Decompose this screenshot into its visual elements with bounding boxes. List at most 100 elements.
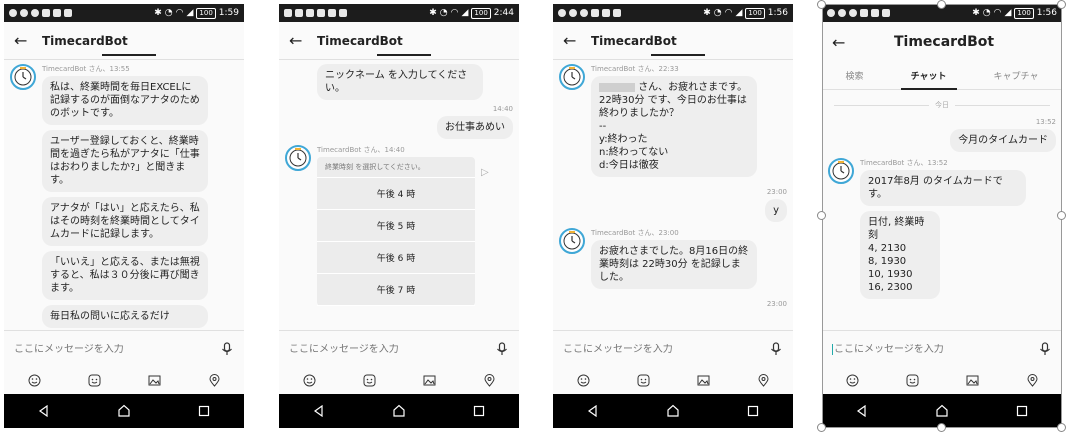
mic-icon[interactable] [495, 342, 509, 356]
sticker-icon[interactable] [635, 372, 651, 388]
nav-recents-icon[interactable] [196, 403, 212, 419]
bot-bubble[interactable]: お疲れさまでした。8月16日の終業時刻は 22時30分 を記録しました。 [591, 240, 757, 289]
nav-recents-icon[interactable] [1014, 403, 1030, 419]
nav-back-icon[interactable] [854, 403, 870, 419]
text-caret [832, 343, 833, 355]
app-bar: ← TimecardBot [4, 22, 244, 60]
chat-title: TimecardBot [894, 34, 995, 50]
nav-back-icon[interactable] [585, 403, 601, 419]
message-input[interactable] [834, 343, 1038, 355]
tab-capture[interactable]: キャプチャ [990, 63, 1043, 88]
system-nav-bar [553, 394, 793, 428]
back-arrow-icon[interactable]: ← [14, 31, 42, 50]
notification-icon [20, 9, 28, 17]
message-input-bar [553, 330, 793, 394]
notification-icon [569, 9, 577, 17]
nav-home-icon[interactable] [391, 403, 407, 419]
back-arrow-icon[interactable]: ← [832, 33, 860, 52]
message-time: 23:00 [766, 300, 787, 308]
nav-home-icon[interactable] [116, 403, 132, 419]
sticker-icon[interactable] [361, 372, 377, 388]
redacted-name [599, 82, 635, 92]
alarm-icon: ◔ [982, 8, 991, 18]
sticker-icon[interactable] [86, 372, 102, 388]
nav-home-icon[interactable] [665, 403, 681, 419]
bot-bubble[interactable]: 「いいえ」と応える、または無視すると、私は３０分後に再び聞きます。 [42, 251, 208, 300]
bot-bubble[interactable]: さん、お疲れさまです。22時30分 です、今日のお仕事は終わりましたか？ -- y… [591, 76, 757, 177]
resize-handle[interactable] [817, 0, 826, 9]
bot-message-group: TimecardBot さん、22:33 さん、お疲れさまです。22時30分 で… [559, 64, 787, 182]
resize-handle[interactable] [1057, 423, 1066, 432]
image-icon[interactable] [964, 372, 980, 388]
location-icon[interactable] [481, 372, 497, 388]
message-input[interactable] [563, 343, 769, 355]
nav-back-icon[interactable] [36, 403, 52, 419]
chat-area[interactable]: ニックネーム を入力してください。 14:40 お仕事あめい TimecardB… [279, 60, 519, 350]
clock-avatar-icon[interactable] [285, 145, 311, 171]
location-icon[interactable] [755, 372, 771, 388]
share-icon[interactable]: ▷ [481, 167, 489, 306]
sticker-icon[interactable] [904, 372, 920, 388]
chat-area[interactable]: TimecardBot さん、13:55 私は、終業時間を毎日EXCELに記録す… [4, 60, 244, 350]
bot-bubble[interactable]: 私は、終業時間を毎日EXCELに記録するのが面倒なアナタのためのボットです。 [42, 76, 208, 125]
resize-handle[interactable] [1057, 0, 1066, 9]
user-bubble[interactable]: y [765, 199, 787, 222]
user-bubble[interactable]: お仕事あめい [437, 116, 513, 139]
emoji-icon[interactable] [844, 372, 860, 388]
clock-avatar-icon[interactable] [10, 64, 36, 90]
chat-area[interactable]: TimecardBot さん、22:33 さん、お疲れさまです。22時30分 で… [553, 60, 793, 350]
resize-handle[interactable] [1057, 211, 1066, 220]
image-icon[interactable] [146, 372, 162, 388]
picker-option[interactable]: 午後 5 時 [317, 210, 475, 242]
mic-icon[interactable] [1038, 342, 1052, 356]
picker-option[interactable]: 午後 7 時 [317, 274, 475, 306]
location-icon[interactable] [206, 372, 222, 388]
emoji-icon[interactable] [575, 372, 591, 388]
bot-bubble[interactable]: アナタが「はい」と応えたら、私はその時刻を終業時間としてタイムカードに記録します… [42, 197, 208, 246]
clock-avatar-icon[interactable] [828, 158, 854, 184]
mic-icon[interactable] [769, 342, 783, 356]
emoji-icon[interactable] [26, 372, 42, 388]
emoji-icon[interactable] [301, 372, 317, 388]
bot-bubble[interactable]: ユーザー登録しておくと、終業時間を過ぎたら私がアナタに「仕事はおわりましたか?」… [42, 130, 208, 192]
message-input-bar [822, 330, 1062, 394]
image-icon[interactable] [695, 372, 711, 388]
tab-search[interactable]: 検索 [842, 63, 868, 88]
bot-message-group: TimecardBot さん、23:00 お疲れさまでした。8月16日の終業時刻… [559, 228, 787, 294]
back-arrow-icon[interactable]: ← [289, 31, 317, 50]
resize-handle[interactable] [817, 211, 826, 220]
message-meta: TimecardBot さん、22:33 [591, 65, 679, 73]
notification-icon [295, 9, 303, 17]
mic-icon[interactable] [220, 342, 234, 356]
resize-handle[interactable] [937, 423, 946, 432]
bot-bubble[interactable]: 日付, 終業時刻 4, 2130 8, 1930 10, 1930 16, 23… [860, 211, 940, 299]
nav-recents-icon[interactable] [745, 403, 761, 419]
signal-icon: ◢ [461, 8, 469, 18]
resize-handle[interactable] [817, 423, 826, 432]
tab-chat[interactable]: チャット [900, 63, 957, 90]
bot-bubble[interactable]: 毎日私の問いに応えるだけ [42, 305, 208, 328]
location-icon[interactable] [1024, 372, 1040, 388]
user-bubble[interactable]: 今月のタイムカード [950, 129, 1056, 152]
phone-screen-1: ✱ ◔ ◠ ◢ 100 1:59 ← TimecardBot TimecardB… [4, 4, 244, 428]
message-input[interactable] [289, 343, 495, 355]
picker-option[interactable]: 午後 4 時 [317, 178, 475, 210]
chat-area[interactable]: 今日 13:52 今月のタイムカード TimecardBot さん、13:52 … [822, 90, 1062, 348]
status-bar: ✱ ◔ ◠ ◢ 100 1:59 [4, 4, 244, 22]
signal-icon: ◢ [1004, 8, 1012, 18]
nav-recents-icon[interactable] [471, 403, 487, 419]
message-input[interactable] [14, 343, 220, 355]
clock-avatar-icon[interactable] [559, 228, 585, 254]
image-icon[interactable] [421, 372, 437, 388]
title-underline [651, 54, 705, 56]
picker-option[interactable]: 午後 6 時 [317, 242, 475, 274]
back-arrow-icon[interactable]: ← [563, 31, 591, 50]
notification-icon [871, 9, 879, 17]
resize-handle[interactable] [937, 0, 946, 9]
bot-bubble[interactable]: 2017年8月 のタイムカードです。 [860, 170, 1026, 206]
nav-back-icon[interactable] [311, 403, 327, 419]
nav-home-icon[interactable] [934, 403, 950, 419]
bot-bubble[interactable]: ニックネーム を入力してください。 [317, 64, 483, 100]
clock-avatar-icon[interactable] [559, 64, 585, 90]
bluetooth-icon: ✱ [429, 8, 437, 18]
